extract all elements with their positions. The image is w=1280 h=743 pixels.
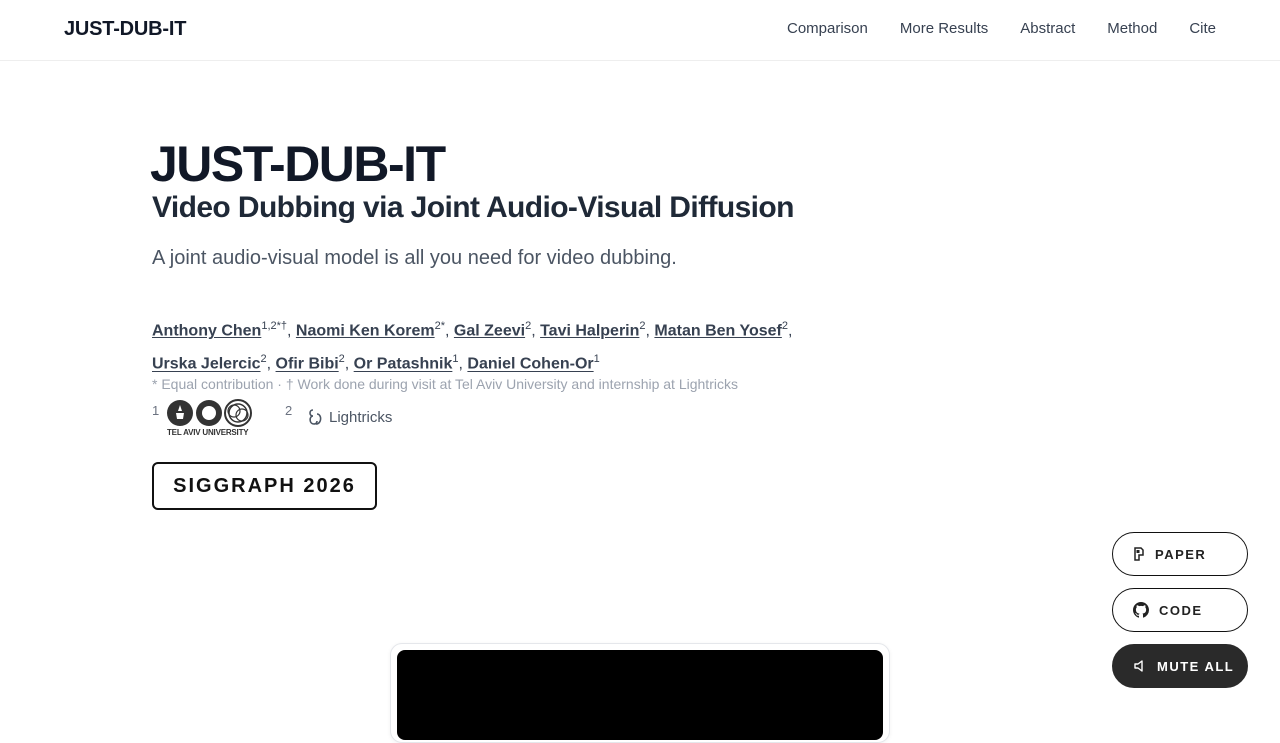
page-title: JUST-DUB-IT: [150, 136, 446, 192]
lightricks-icon: [309, 409, 322, 425]
author-link[interactable]: Matan Ben Yosef: [654, 322, 781, 339]
mute-all-button-label: MUTE ALL: [1157, 658, 1235, 674]
author-link[interactable]: Or Patashnik: [354, 356, 453, 373]
author-link[interactable]: Urska Jelercic: [152, 356, 261, 373]
author-link[interactable]: Ofir Bibi: [276, 356, 339, 373]
author-affiliation: 1: [593, 353, 600, 366]
author-link[interactable]: Naomi Ken Korem: [296, 322, 435, 339]
site-brand[interactable]: JUST-DUB-IT: [64, 18, 186, 41]
conference-badge: SIGGRAPH 2026: [152, 462, 377, 510]
paper-icon: [1134, 547, 1144, 561]
author-affiliation: 2*: [434, 320, 446, 332]
nav-links: Comparison More Results Abstract Method …: [787, 20, 1216, 37]
code-button-label: CODE: [1159, 602, 1203, 618]
nav-link-abstract[interactable]: Abstract: [1020, 20, 1075, 37]
mute-all-button[interactable]: MUTE ALL: [1112, 644, 1248, 688]
nav-link-cite[interactable]: Cite: [1189, 20, 1216, 37]
paper-button[interactable]: PAPER: [1112, 532, 1248, 576]
author-link[interactable]: Anthony Chen: [152, 322, 261, 339]
tagline: A joint audio-visual model is all you ne…: [152, 247, 677, 269]
nav-link-more-results[interactable]: More Results: [900, 20, 988, 37]
author-footnote: * Equal contribution · † Work done durin…: [152, 376, 738, 392]
author-link[interactable]: Daniel Cohen-Or: [467, 356, 593, 373]
lightricks-logo: Lightricks: [307, 407, 392, 427]
paper-button-label: PAPER: [1155, 546, 1207, 562]
code-button[interactable]: CODE: [1112, 588, 1248, 632]
affiliation-number-tau: 1: [152, 403, 160, 418]
author-affiliation: 1,2*†: [261, 320, 288, 332]
github-icon: [1133, 602, 1149, 618]
author-link[interactable]: Gal Zeevi: [454, 322, 525, 339]
top-nav: JUST-DUB-IT Comparison More Results Abst…: [0, 0, 1280, 61]
video-player[interactable]: [397, 650, 883, 740]
speaker-icon: [1134, 660, 1143, 672]
page-subtitle: Video Dubbing via Joint Audio-Visual Dif…: [152, 191, 794, 224]
author-link[interactable]: Tavi Halperin: [540, 322, 639, 339]
lightricks-label: Lightricks: [329, 408, 393, 426]
affiliation-number-lightricks: 2: [285, 403, 293, 418]
nav-link-comparison[interactable]: Comparison: [787, 20, 868, 37]
nav-link-method[interactable]: Method: [1107, 20, 1157, 37]
author-list: Anthony Chen1,2*†, Naomi Ken Korem2*, Ga…: [152, 320, 793, 373]
tel-aviv-university-label: TEL AVIV UNIVERSITY: [167, 428, 249, 437]
